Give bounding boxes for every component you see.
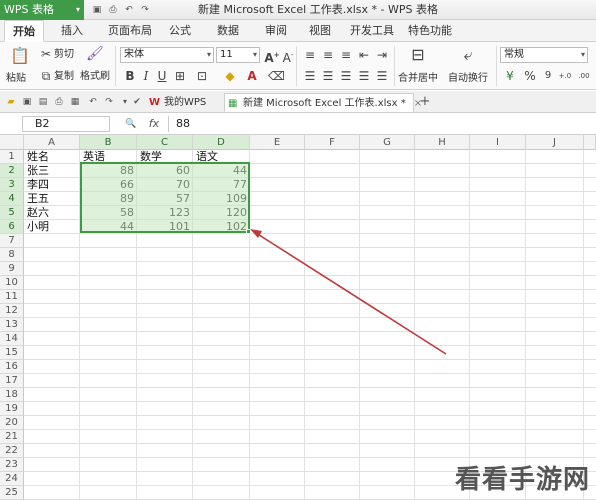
annotation-arrow (250, 229, 447, 355)
watermark-text: 看看手游网 (454, 465, 590, 495)
